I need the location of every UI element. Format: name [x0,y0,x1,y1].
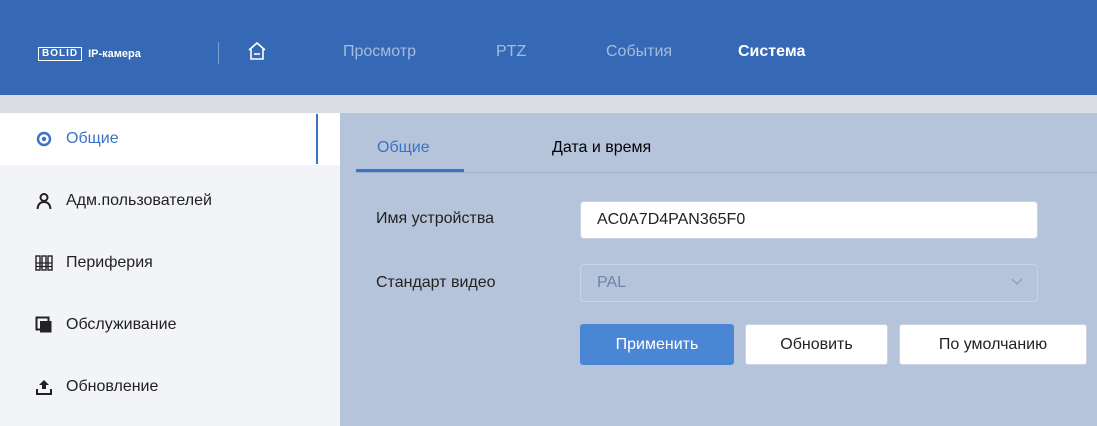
logo: BOLID IP-камера [38,47,141,61]
nav-ptz[interactable]: PTZ [496,43,526,61]
nav-system[interactable]: Система [738,43,805,61]
sidebar: Общие Адм.пользователей Периферия Обслуж… [0,113,340,426]
nav-events[interactable]: События [606,43,672,61]
logo-brand: BOLID [38,47,83,61]
video-standard-select[interactable]: PAL [580,264,1038,302]
sidebar-item-users[interactable]: Адм.пользователей [0,175,340,227]
apply-button[interactable]: Применить [580,324,734,365]
tab-general[interactable]: Общие [377,139,430,157]
chevron-down-icon [1011,278,1023,285]
home-icon[interactable] [246,40,268,62]
tab-divider [356,172,1097,173]
sidebar-item-maintenance[interactable]: Обслуживание [0,299,340,351]
sidebar-item-label: Адм.пользователей [66,192,212,209]
nav-view[interactable]: Просмотр [343,43,416,61]
device-name-input[interactable]: AC0A7D4PAN365F0 [580,201,1038,239]
video-standard-value: PAL [597,274,627,291]
sidebar-item-general[interactable]: Общие [0,113,340,165]
sidebar-item-label: Общие [66,130,119,147]
main-content: Общие Дата и время Имя устройства AC0A7D… [340,113,1097,426]
sidebar-item-peripherals[interactable]: Периферия [0,237,340,289]
video-standard-label: Стандарт видео [376,274,496,291]
peripheral-icon [35,255,53,271]
maintenance-icon [35,316,52,333]
logo-subtitle: IP-камера [88,48,141,60]
sidebar-item-label: Обновление [66,378,159,395]
divider [218,42,219,64]
user-icon [36,193,52,210]
refresh-button[interactable]: Обновить [745,324,888,365]
gear-icon [36,131,52,147]
tab-date-time[interactable]: Дата и время [552,139,651,157]
top-bar: BOLID IP-камера Просмотр PTZ События Сис… [0,0,1097,95]
default-button[interactable]: По умолчанию [899,324,1087,365]
device-name-label: Имя устройства [376,210,495,227]
sidebar-item-update[interactable]: Обновление [0,361,340,413]
sidebar-item-label: Обслуживание [66,316,177,333]
header-gap [0,95,1097,113]
sidebar-item-label: Периферия [66,254,153,271]
upload-icon [36,380,52,395]
